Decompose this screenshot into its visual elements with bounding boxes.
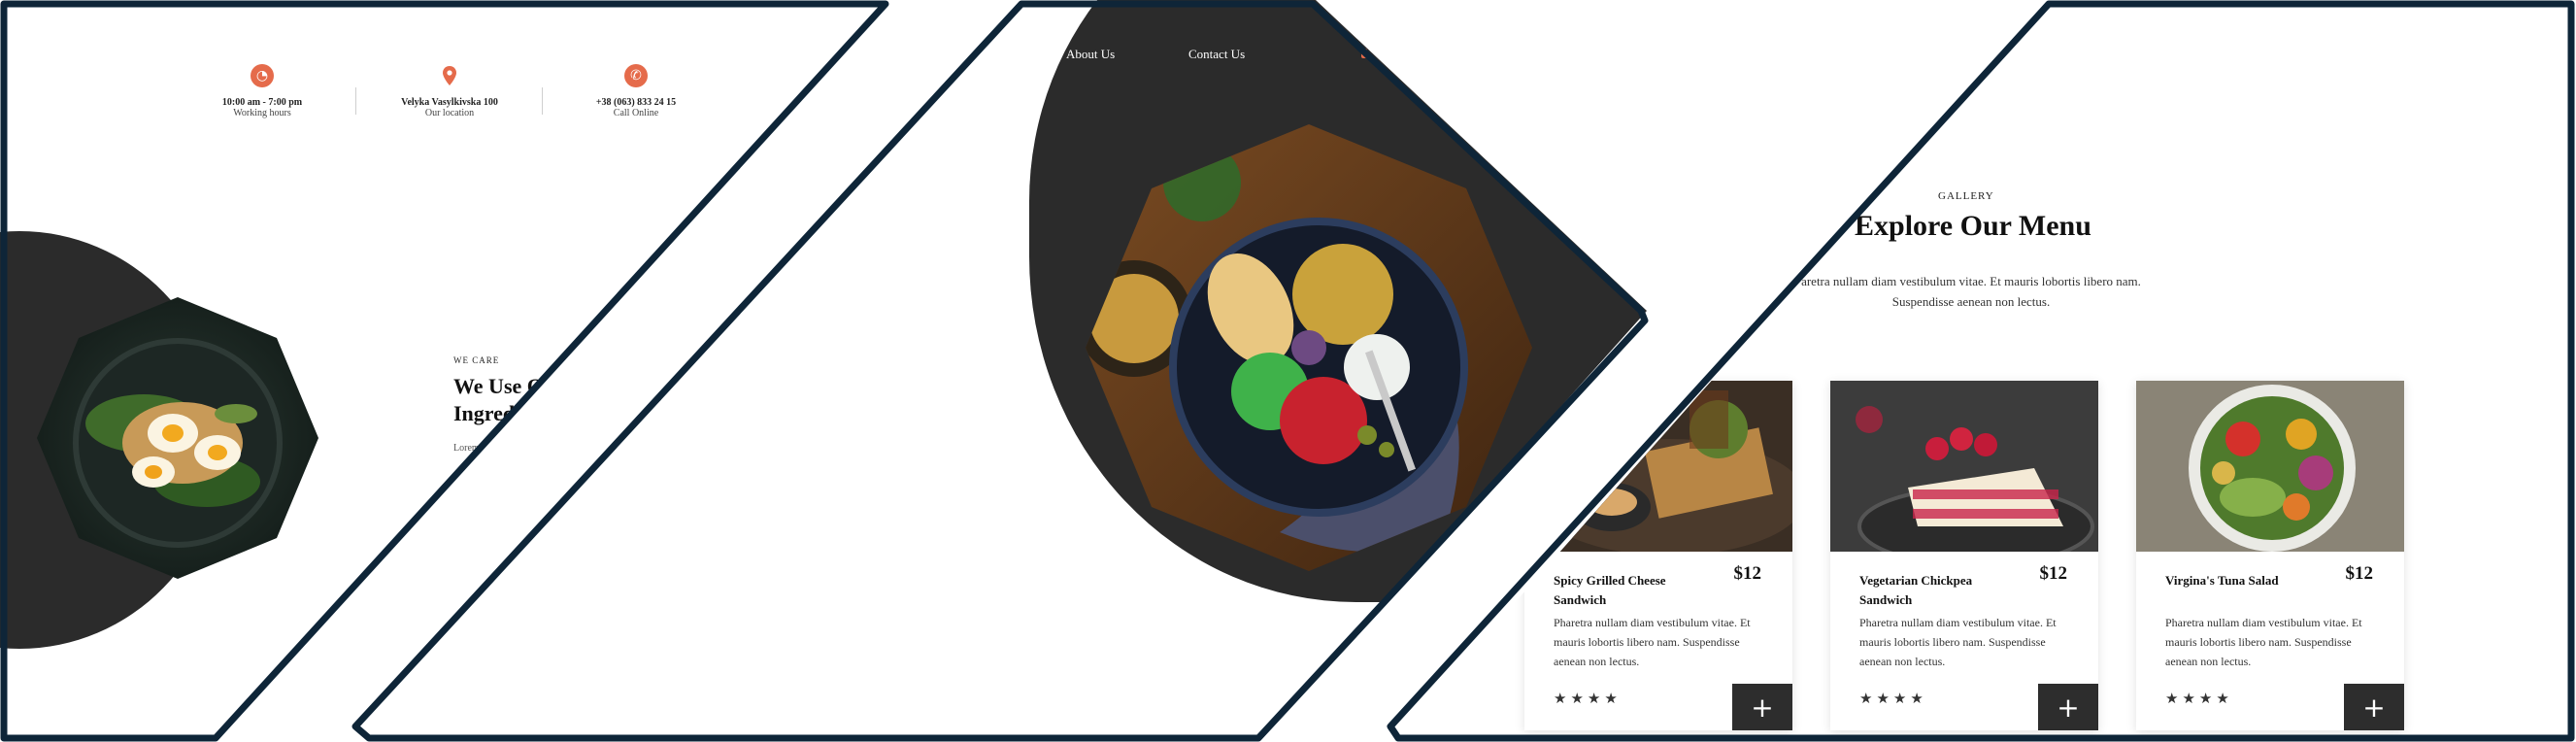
clock-icon: ◔ [251,64,274,87]
star-rating: ★★★★ [1554,691,1622,707]
card-price: $12 [2345,563,2374,584]
gallery-subtitle-line: Suspendisse aenean non lectus. [1891,293,2051,309]
section-heading-line: Ingredi [453,400,521,425]
nav-item-pages[interactable]: ges [967,47,984,62]
food-photo-grilled-cheese [1524,381,1792,552]
add-to-cart-button[interactable]: + [1732,684,1792,730]
card-title: Vegetarian Chickpea Sandwich [1859,573,1973,608]
food-photo-chickpea-bowl [1086,124,1532,571]
divider [542,87,543,115]
nav-accent-mark [1361,49,1367,58]
phone-icon[interactable]: ✆ [624,64,648,87]
menu-card[interactable]: Vegetarian Chickpea Sandwich $12 Pharetr… [1830,381,2098,730]
section-eyebrow: WE CARE [453,355,500,365]
gallery-subtitle: aretra nullam diam vestibulum vitae. Et … [1777,272,2165,313]
info-item-location: Velyka Vasylkivska 100 Our location [392,64,507,118]
card-description: Pharetra nullam diam vestibulum vitae. E… [1554,616,1751,668]
card-description: Pharetra nullam diam vestibulum vitae. E… [1859,616,2057,668]
menu-card[interactable]: Spicy Grilled Cheese Sandwich $12 Pharet… [1524,381,1792,730]
card-title: Virgina's Tuna Salad [2165,573,2279,588]
gallery-eyebrow: GALLERY [1938,190,1994,202]
menu-card[interactable]: Virgina's Tuna Salad $12 Pharetra nullam… [2136,381,2404,730]
divider [355,87,356,115]
section-heading: We Use O Ingredi [453,373,544,426]
add-to-cart-button[interactable]: + [2344,684,2404,730]
section-heading-line: We Use O [453,374,544,398]
info-location-value: Velyka Vasylkivska 100 [401,97,498,108]
food-photo-tuna-salad [2136,381,2404,552]
section-body: Lorem [453,443,480,454]
info-phone-value[interactable]: +38 (063) 833 24 15 [581,97,691,108]
location-pin-icon [438,64,461,87]
info-item-hours: ◔ 10:00 am - 7:00 pm Working hours [212,64,313,118]
add-to-cart-button[interactable]: + [2038,684,2098,730]
gallery-subtitle-line: aretra nullam diam vestibulum vitae. Et … [1801,274,2141,288]
star-rating: ★★★★ [1859,691,1927,707]
food-photo-chickpea-cake [1830,381,2098,552]
info-item-phone: ✆ +38 (063) 833 24 15 Call Online [581,64,691,118]
info-hours-value: 10:00 am - 7:00 pm [221,97,303,108]
card-description: Pharetra nullam diam vestibulum vitae. E… [2165,616,2362,668]
info-location-label: Our location [424,108,475,118]
card-title: Spicy Grilled Cheese Sandwich [1554,573,1666,608]
info-hours-label: Working hours [233,108,291,118]
star-rating: ★★★★ [2165,691,2233,707]
food-photo-egg-toast [37,297,318,579]
card-price: $12 [1733,563,1762,584]
card-price: $12 [2039,563,2068,584]
info-phone-label: Call Online [613,108,659,118]
nav-item-about[interactable]: About Us [1066,47,1115,62]
gallery-title: Explore Our Menu [1855,210,2091,242]
nav-item-contact[interactable]: Contact Us [1188,47,1245,62]
